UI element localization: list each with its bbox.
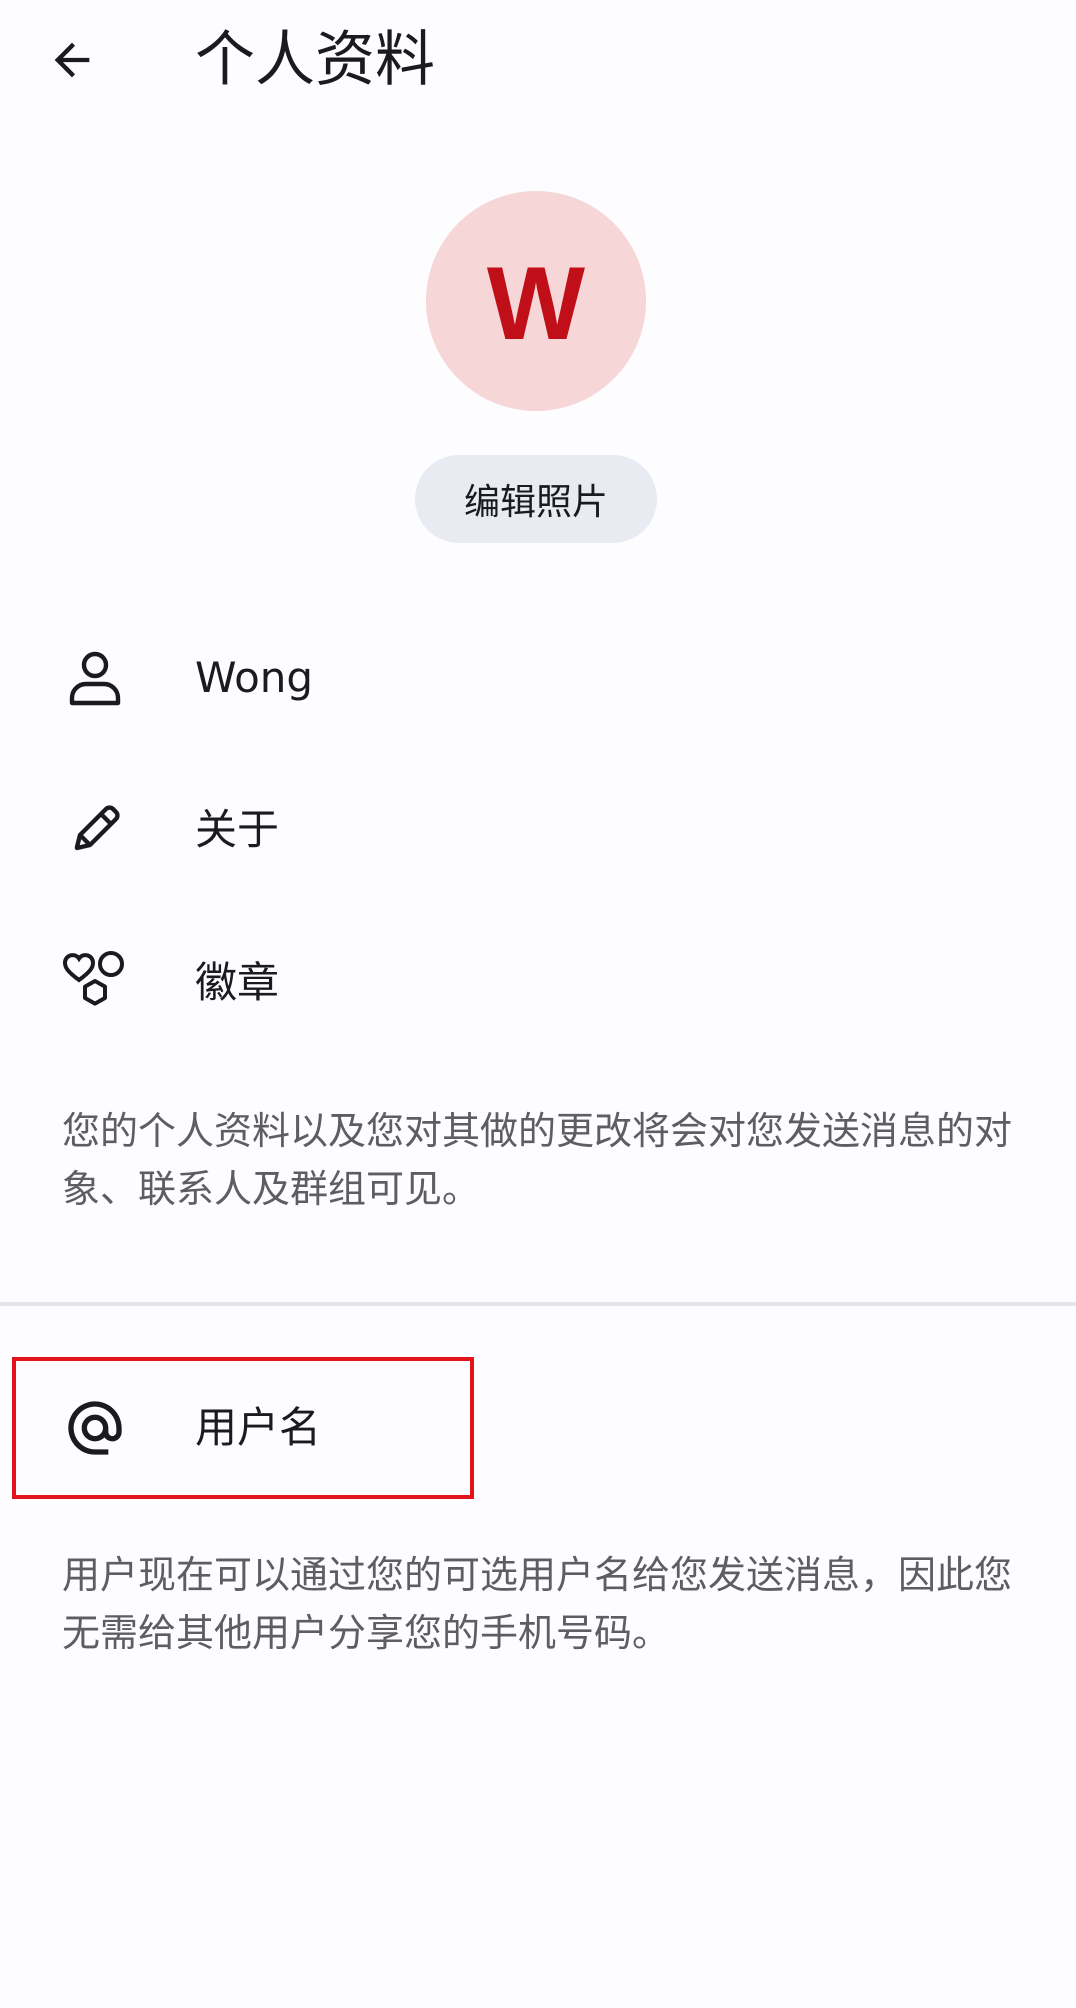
avatar[interactable]: W	[426, 191, 646, 411]
username-note: 用户现在可以通过您的可选用户名给您发送消息，因此您无需给其他用户分享您的手机号码…	[62, 1553, 1013, 1655]
profile-row-badges[interactable]: 徽章	[0, 908, 1076, 1058]
profile-row-name[interactable]: Wong	[0, 603, 1076, 753]
top-app-bar: 个人资料	[0, 0, 1076, 120]
username-label: 用户名	[195, 1403, 322, 1452]
profile-row-about[interactable]: 关于	[0, 755, 1076, 905]
profile-name-label: Wong	[195, 653, 314, 702]
edit-photo-button[interactable]: 编辑照片	[415, 455, 657, 543]
profile-badges-label: 徽章	[195, 958, 280, 1007]
person-icon	[60, 643, 130, 713]
profile-row-username[interactable]: 用户名	[0, 1353, 1076, 1503]
badges-icon	[60, 948, 130, 1018]
profile-about-label: 关于	[195, 805, 280, 854]
profile-screen: 个人资料 W 编辑照片 Wong 关于 徽章 您的个人资料以及您对其做的更改将会…	[0, 0, 1076, 2008]
back-button[interactable]	[36, 24, 108, 96]
pencil-icon	[60, 795, 130, 865]
avatar-letter: W	[486, 246, 586, 362]
at-sign-icon	[60, 1393, 130, 1463]
divider	[0, 1302, 1076, 1306]
profile-visibility-note: 您的个人资料以及您对其做的更改将会对您发送消息的对象、联系人及群组可见。	[62, 1109, 1013, 1211]
page-title: 个人资料	[195, 25, 435, 95]
arrow-left-icon	[54, 42, 90, 78]
